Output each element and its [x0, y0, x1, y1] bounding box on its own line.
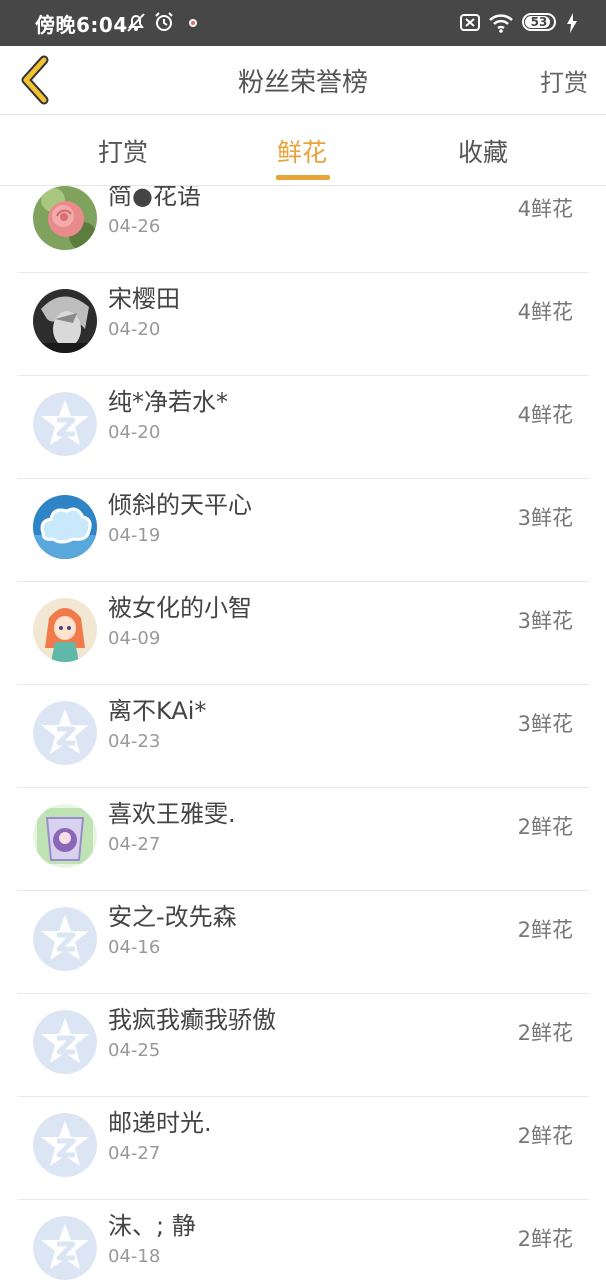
default-avatar-icon [33, 1216, 97, 1280]
flower-count: 2鲜花 [517, 815, 573, 839]
default-avatar-icon [33, 907, 97, 971]
flower-count: 4鲜花 [517, 197, 573, 221]
fan-date: 04-18 [108, 1246, 161, 1267]
fan-date: 04-27 [108, 1143, 161, 1164]
avatar [33, 598, 97, 662]
fan-name: 邮递时光. [108, 1109, 212, 1137]
avatar [33, 289, 97, 353]
alarm-icon [155, 12, 173, 31]
flower-count: 2鲜花 [517, 918, 573, 942]
fan-name: 沫、; 静 [108, 1212, 196, 1240]
status-bar: 傍晚6:04 53 [0, 0, 606, 46]
list-item[interactable]: 安之-改先森 04-16 2鲜花 [17, 891, 589, 994]
bell-off-icon [127, 13, 145, 32]
avatar [33, 186, 97, 250]
tab-reward[interactable]: 打赏 [98, 133, 148, 169]
default-avatar-icon [33, 392, 97, 456]
flower-count: 3鲜花 [517, 712, 573, 736]
fan-name: 喜欢王雅雯. [108, 800, 236, 828]
app-notification-icon [189, 19, 197, 27]
list-item[interactable]: 倾斜的天平心 04-19 3鲜花 [17, 479, 589, 582]
fan-name: 我疯我癫我骄傲 [108, 1006, 276, 1034]
wifi-icon [489, 14, 513, 33]
list-item[interactable]: 邮递时光. 04-27 2鲜花 [17, 1097, 589, 1200]
list-item[interactable]: 纯*净若水* 04-20 4鲜花 [17, 376, 589, 479]
default-avatar-icon [33, 1010, 97, 1074]
flower-count: 3鲜花 [517, 609, 573, 633]
list-item[interactable]: 喜欢王雅雯. 04-27 2鲜花 [17, 788, 589, 891]
flower-count: 2鲜花 [517, 1124, 573, 1148]
list-item[interactable]: 我疯我癫我骄傲 04-25 2鲜花 [17, 994, 589, 1097]
avatar [33, 495, 97, 559]
sim-off-icon [460, 14, 480, 31]
fan-name: 被女化的小智 [108, 594, 252, 622]
active-tab-indicator [276, 175, 330, 180]
avatar [33, 804, 97, 868]
charging-icon [567, 13, 577, 33]
flower-count: 2鲜花 [517, 1021, 573, 1045]
default-avatar-icon [33, 1113, 97, 1177]
list-item[interactable]: 沫、; 静 04-18 2鲜花 [17, 1200, 589, 1280]
fan-date: 04-25 [108, 1040, 161, 1061]
list-item[interactable]: 简●花语 04-26 4鲜花 [17, 186, 589, 273]
fan-name: 倾斜的天平心 [108, 491, 252, 519]
list-item[interactable]: 离不KAi* 04-23 3鲜花 [17, 685, 589, 788]
header-bar: 粉丝荣誉榜 打赏 [0, 46, 606, 115]
fan-name: 纯*净若水* [108, 388, 228, 416]
tab-flowers[interactable]: 鲜花 [277, 133, 327, 169]
list-item[interactable]: 被女化的小智 04-09 3鲜花 [17, 582, 589, 685]
fan-date: 04-09 [108, 628, 161, 649]
reward-button[interactable]: 打赏 [540, 63, 588, 98]
fan-date: 04-16 [108, 937, 161, 958]
fan-date: 04-27 [108, 834, 161, 855]
fan-name: 离不KAi* [108, 697, 207, 725]
status-time: 傍晚6:04 [35, 13, 128, 37]
fan-ranking-list: 简●花语 04-26 4鲜花 宋樱田 04-20 4鲜花 纯*净若水* 04-2… [0, 186, 606, 1280]
flower-count: 4鲜花 [517, 403, 573, 427]
default-avatar-icon [33, 701, 97, 765]
tab-favorites[interactable]: 收藏 [458, 133, 508, 169]
flower-count: 2鲜花 [517, 1227, 573, 1251]
fan-date: 04-20 [108, 422, 161, 443]
fan-date: 04-19 [108, 525, 161, 546]
flower-count: 3鲜花 [517, 506, 573, 530]
fan-name: 安之-改先森 [108, 903, 237, 931]
fan-name: 简●花语 [108, 186, 201, 210]
fan-date: 04-23 [108, 731, 161, 752]
fan-date: 04-26 [108, 216, 161, 237]
page-title: 粉丝荣誉榜 [237, 68, 368, 98]
list-item[interactable]: 宋樱田 04-20 4鲜花 [17, 273, 589, 376]
tab-bar: 打赏 鲜花 收藏 [0, 115, 606, 186]
battery-indicator: 53 [522, 13, 556, 31]
fan-name: 宋樱田 [108, 285, 180, 313]
fan-date: 04-20 [108, 319, 161, 340]
flower-count: 4鲜花 [517, 300, 573, 324]
